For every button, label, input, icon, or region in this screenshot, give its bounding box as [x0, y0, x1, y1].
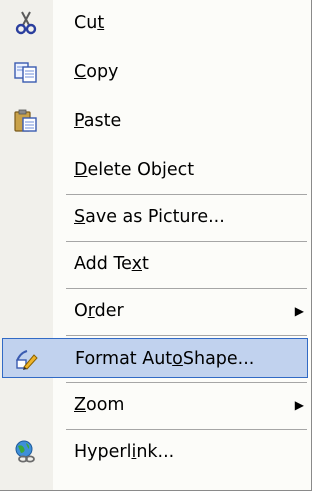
menu-item-copy[interactable]: Copy [0, 52, 310, 92]
menu-item-label: Cut [74, 13, 105, 33]
menu-item-order[interactable]: Order ▶ [0, 291, 310, 331]
menu-separator [66, 241, 307, 242]
menu-item-label: Format AutoShape... [75, 349, 255, 369]
menu-item-label: Order [74, 301, 124, 321]
menu-separator [66, 288, 307, 289]
menu-item-label: Add Text [74, 254, 149, 274]
menu-separator [66, 429, 307, 430]
submenu-arrow-icon: ▶ [294, 304, 304, 318]
menu-separator [66, 335, 307, 336]
copy-icon [13, 60, 39, 84]
menu-item-paste[interactable]: Paste [0, 101, 310, 141]
menu-item-label: Copy [74, 62, 119, 82]
menu-item-label: Paste [74, 111, 122, 131]
paste-icon [13, 109, 39, 133]
menu-item-format-autoshape[interactable]: Format AutoShape... [2, 338, 308, 378]
scissors-icon [13, 11, 39, 35]
menu-item-delete-object[interactable]: Delete Object [0, 150, 310, 190]
menu-item-cut[interactable]: Cut [0, 3, 310, 43]
menu-item-hyperlink[interactable]: Hyperlink... [0, 432, 310, 472]
menu-item-label: Delete Object [74, 160, 195, 180]
menu-item-label: Zoom [74, 395, 125, 415]
hyperlink-globe-icon [13, 440, 39, 464]
format-autoshape-icon [14, 347, 40, 371]
menu-item-label: Hyperlink... [74, 442, 175, 462]
menu-item-label: Save as Picture... [74, 207, 225, 227]
menu-separator [66, 194, 307, 195]
menu-separator [66, 382, 307, 383]
menu-item-add-text[interactable]: Add Text [0, 244, 310, 284]
menu-item-save-as-picture[interactable]: Save as Picture... [0, 197, 310, 237]
context-menu: Cut Copy Paste Delete Object Save as Pic… [0, 0, 312, 491]
menu-item-zoom[interactable]: Zoom ▶ [0, 385, 310, 425]
submenu-arrow-icon: ▶ [294, 398, 304, 412]
